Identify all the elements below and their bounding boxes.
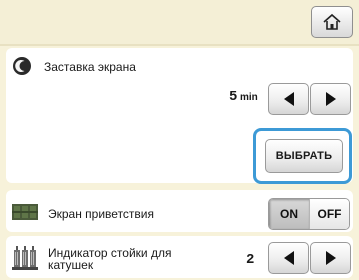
arrow-right-icon [325,251,336,265]
spool-indicator-label-line2: катушек [48,258,94,272]
welcome-screen-icon [12,204,38,220]
screensaver-icon [13,57,31,75]
welcome-off-option[interactable]: OFF [308,199,349,229]
top-bar [0,0,359,44]
home-button[interactable] [311,6,353,38]
welcome-toggle[interactable]: ON OFF [268,198,350,230]
welcome-on-option[interactable]: ON [269,199,309,229]
arrow-right-icon [325,92,336,106]
divider [0,44,359,46]
home-icon [323,13,341,30]
screensaver-label: Заставка экрана [44,60,136,74]
screensaver-increase-button[interactable] [310,83,351,115]
arrow-left-icon [283,251,294,265]
spool-stand-icon [12,246,38,270]
screensaver-value: 5 [229,89,238,105]
screensaver-decrease-button[interactable] [268,83,309,115]
welcome-label: Экран приветствия [48,207,155,221]
spool-indicator-increase-button[interactable] [310,242,351,274]
select-button-label: ВЫБРАТЬ [275,150,333,162]
select-button[interactable]: ВЫБРАТЬ [265,139,343,173]
spool-indicator-value: 2 [246,252,255,268]
arrow-left-icon [283,92,294,106]
screensaver-unit: min [240,92,258,103]
spool-indicator-decrease-button[interactable] [268,242,309,274]
